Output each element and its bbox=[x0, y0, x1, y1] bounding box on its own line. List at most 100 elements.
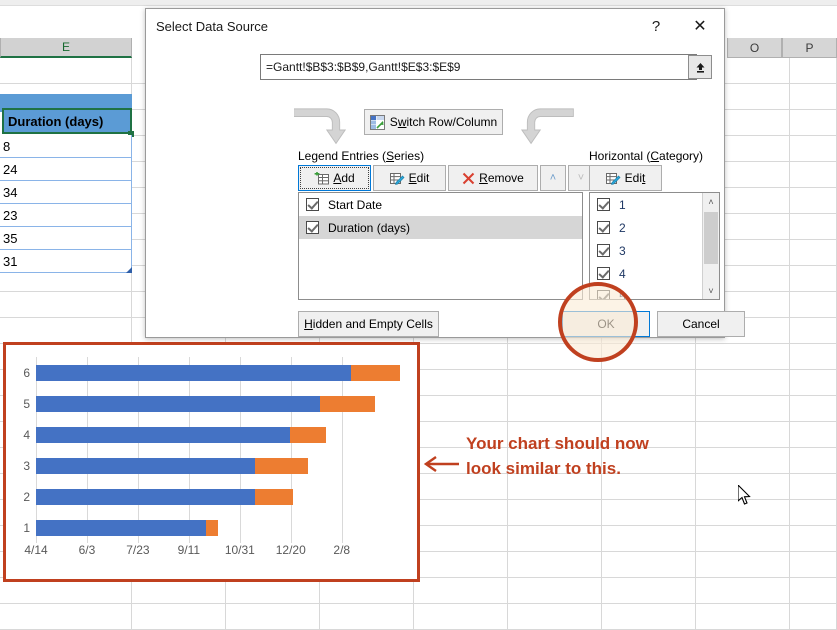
scrollbar-thumb[interactable] bbox=[704, 212, 718, 264]
grid-cell[interactable] bbox=[132, 604, 226, 630]
grid-cell[interactable] bbox=[790, 84, 837, 110]
grid-cell[interactable] bbox=[0, 292, 132, 318]
grid-cell[interactable] bbox=[602, 396, 696, 422]
column-e-cell[interactable]: 23 bbox=[0, 204, 132, 227]
column-e-cell[interactable]: 34 bbox=[0, 181, 132, 204]
category-list-item[interactable]: 2 bbox=[590, 216, 702, 239]
grid-cell[interactable] bbox=[790, 110, 837, 136]
grid-cell[interactable] bbox=[790, 136, 837, 162]
grid-cell[interactable] bbox=[790, 370, 837, 396]
grid-cell[interactable] bbox=[696, 604, 790, 630]
category-checkbox[interactable] bbox=[597, 267, 610, 280]
grid-cell[interactable] bbox=[790, 240, 837, 266]
category-checkbox[interactable] bbox=[597, 244, 610, 257]
grid-cell[interactable] bbox=[414, 396, 508, 422]
grid-cell[interactable] bbox=[602, 370, 696, 396]
column-e-cell[interactable]: 24 bbox=[0, 158, 132, 181]
grid-cell[interactable] bbox=[508, 344, 602, 370]
grid-cell[interactable] bbox=[414, 604, 508, 630]
grid-cell[interactable] bbox=[790, 318, 837, 344]
grid-cell[interactable] bbox=[0, 318, 132, 344]
grid-cell[interactable] bbox=[790, 422, 837, 448]
grid-cell[interactable] bbox=[790, 474, 837, 500]
grid-cell[interactable] bbox=[414, 370, 508, 396]
column-header-o[interactable]: O bbox=[727, 38, 782, 58]
scroll-down-icon[interactable]: ˅ bbox=[703, 282, 719, 299]
grid-cell[interactable] bbox=[508, 396, 602, 422]
category-list-item[interactable]: 3 bbox=[590, 239, 702, 262]
column-e-header-cell[interactable]: Duration (days) bbox=[2, 108, 132, 134]
grid-cell[interactable] bbox=[508, 552, 602, 578]
add-button[interactable]: Add bbox=[298, 165, 371, 191]
grid-cell[interactable] bbox=[414, 552, 508, 578]
grid-cell[interactable] bbox=[790, 448, 837, 474]
grid-cell[interactable] bbox=[602, 526, 696, 552]
move-series-up-button[interactable]: ˄ bbox=[540, 165, 566, 191]
series-listbox[interactable]: Start DateDuration (days) bbox=[298, 192, 583, 300]
column-e-cell[interactable]: 31 bbox=[0, 250, 132, 273]
grid-cell[interactable] bbox=[602, 344, 696, 370]
grid-cell[interactable] bbox=[696, 396, 790, 422]
grid-cell[interactable] bbox=[602, 578, 696, 604]
edit-series-button[interactable]: Edit bbox=[373, 165, 446, 191]
column-header-p[interactable]: P bbox=[782, 38, 837, 58]
grid-cell[interactable] bbox=[0, 58, 132, 84]
grid-cell[interactable] bbox=[508, 500, 602, 526]
scroll-up-icon[interactable]: ˄ bbox=[703, 193, 719, 210]
grid-cell[interactable] bbox=[414, 578, 508, 604]
grid-cell[interactable] bbox=[790, 292, 837, 318]
grid-cell[interactable] bbox=[602, 500, 696, 526]
grid-cell[interactable] bbox=[508, 526, 602, 552]
category-checkbox[interactable] bbox=[597, 221, 610, 234]
grid-cell[interactable] bbox=[0, 604, 132, 630]
grid-cell[interactable] bbox=[696, 370, 790, 396]
grid-cell[interactable] bbox=[696, 344, 790, 370]
grid-cell[interactable] bbox=[790, 500, 837, 526]
grid-cell[interactable] bbox=[602, 604, 696, 630]
help-icon[interactable]: ? bbox=[634, 9, 678, 43]
grid-cell[interactable] bbox=[790, 604, 837, 630]
remove-button[interactable]: Remove bbox=[448, 165, 538, 191]
gantt-chart[interactable]: 4/146/37/239/1110/3112/202/8123456 bbox=[3, 342, 420, 582]
chart-data-range-input[interactable]: =Gantt!$B$3:$B$9,Gantt!$E$3:$E$9 bbox=[260, 54, 697, 80]
grid-cell[interactable] bbox=[696, 578, 790, 604]
series-list-item[interactable]: Start Date bbox=[299, 193, 582, 216]
grid-cell[interactable] bbox=[696, 526, 790, 552]
column-header-e[interactable]: E bbox=[0, 38, 132, 58]
category-checkbox[interactable] bbox=[597, 198, 610, 211]
grid-cell[interactable] bbox=[790, 188, 837, 214]
grid-cell[interactable] bbox=[508, 578, 602, 604]
grid-cell[interactable] bbox=[508, 604, 602, 630]
category-scrollbar[interactable]: ˄ ˅ bbox=[702, 193, 719, 299]
grid-cell[interactable] bbox=[602, 552, 696, 578]
grid-cell[interactable] bbox=[696, 552, 790, 578]
grid-cell[interactable] bbox=[790, 578, 837, 604]
ok-button[interactable]: OK bbox=[562, 311, 650, 337]
grid-cell[interactable] bbox=[414, 500, 508, 526]
category-listbox[interactable]: 12345 ˄ ˅ bbox=[589, 192, 720, 300]
series-checkbox[interactable] bbox=[306, 198, 319, 211]
grid-cell[interactable] bbox=[790, 58, 837, 84]
grid-cell[interactable] bbox=[790, 266, 837, 292]
switch-row-column-button[interactable]: Switch Row/Column bbox=[364, 109, 503, 135]
grid-cell[interactable] bbox=[320, 604, 414, 630]
grid-cell[interactable] bbox=[414, 344, 508, 370]
grid-cell[interactable] bbox=[790, 344, 837, 370]
grid-cell[interactable] bbox=[790, 162, 837, 188]
grid-cell[interactable] bbox=[508, 370, 602, 396]
category-checkbox[interactable] bbox=[597, 290, 610, 300]
grid-cell[interactable] bbox=[790, 396, 837, 422]
category-list-item[interactable]: 1 bbox=[590, 193, 702, 216]
category-list-item[interactable]: 4 bbox=[590, 262, 702, 285]
range-picker-icon[interactable] bbox=[688, 55, 712, 79]
series-list-item[interactable]: Duration (days) bbox=[299, 216, 582, 239]
grid-cell[interactable] bbox=[226, 604, 320, 630]
hidden-and-empty-cells-button[interactable]: Hidden and Empty Cells bbox=[298, 311, 439, 337]
grid-cell[interactable] bbox=[414, 526, 508, 552]
close-icon[interactable]: ✕ bbox=[678, 9, 722, 43]
cancel-button[interactable]: Cancel bbox=[657, 311, 745, 337]
grid-cell[interactable] bbox=[790, 526, 837, 552]
grid-cell[interactable] bbox=[790, 214, 837, 240]
column-e-cell[interactable]: 8 bbox=[0, 135, 132, 158]
edit-category-button[interactable]: Edit bbox=[589, 165, 662, 191]
